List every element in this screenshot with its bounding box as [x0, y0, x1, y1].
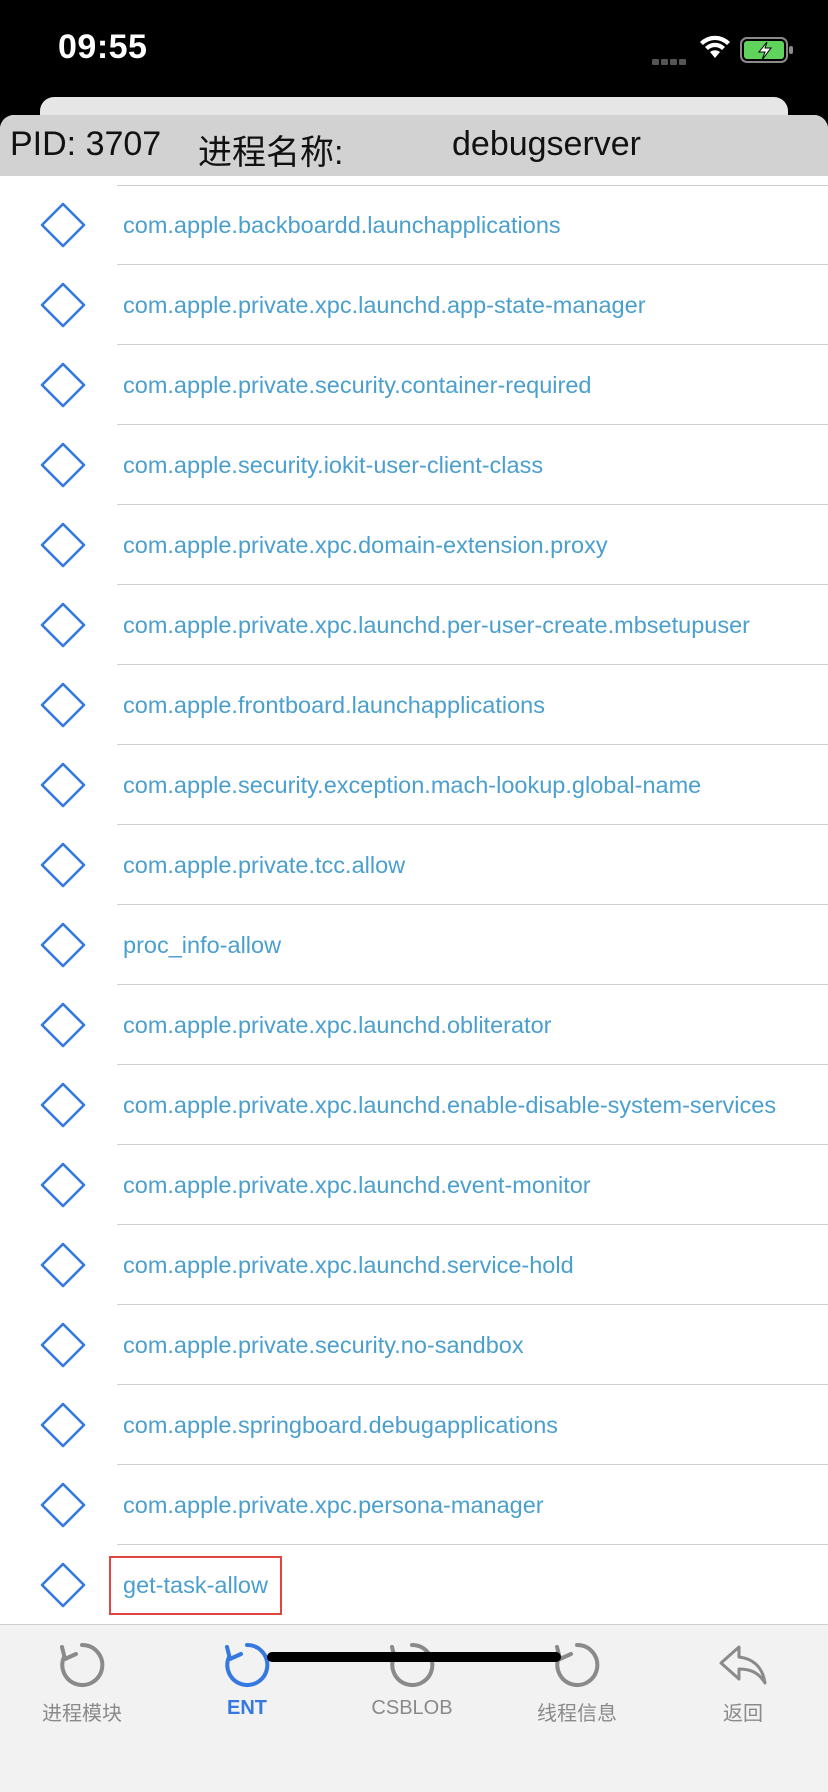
- entitlement-label: com.apple.security.exception.mach-lookup…: [123, 745, 788, 825]
- entitlement-label: get-task-allow: [109, 1545, 788, 1625]
- diamond-icon: [40, 842, 86, 888]
- entitlement-label: com.apple.private.xpc.launchd.app-state-…: [123, 265, 788, 345]
- list-item[interactable]: com.apple.private.xpc.launchd.service-ho…: [0, 1225, 828, 1305]
- entitlement-label: com.apple.springboard.debugapplications: [123, 1385, 788, 1465]
- entitlement-label: com.apple.private.security.container-req…: [123, 345, 788, 425]
- refresh-icon: [187, 1639, 307, 1691]
- tab-process-modules[interactable]: 进程模块: [22, 1639, 142, 1726]
- list-item[interactable]: com.apple.private.xpc.launchd.event-moni…: [0, 1145, 828, 1225]
- diamond-icon: [40, 442, 86, 488]
- list-item[interactable]: com.apple.security.exception.mach-lookup…: [0, 745, 828, 825]
- diamond-icon: [40, 682, 86, 728]
- entitlement-text: com.apple.security.exception.mach-lookup…: [123, 771, 702, 798]
- entitlement-label: com.apple.private.xpc.launchd.per-user-c…: [123, 585, 788, 665]
- entitlement-label: com.apple.private.xpc.launchd.enable-dis…: [123, 1065, 788, 1145]
- entitlement-text: com.apple.private.xpc.domain-extension.p…: [123, 531, 608, 558]
- list-item[interactable]: com.apple.private.xpc.launchd.obliterato…: [0, 985, 828, 1065]
- entitlement-label: com.apple.private.xpc.persona-manager: [123, 1465, 788, 1545]
- entitlement-text: com.apple.springboard.debugapplications: [123, 1411, 559, 1438]
- list-item[interactable]: com.apple.private.xpc.persona-manager: [0, 1465, 828, 1545]
- status-time: 09:55: [58, 28, 148, 66]
- entitlement-label: com.apple.security.iokit-user-client-cla…: [123, 425, 788, 505]
- entitlement-text: com.apple.private.xpc.launchd.service-ho…: [123, 1251, 574, 1278]
- entitlement-text: com.apple.private.xpc.persona-manager: [123, 1491, 544, 1518]
- list-item[interactable]: com.apple.private.security.container-req…: [0, 345, 828, 425]
- process-name-label: 进程名称:: [198, 134, 344, 172]
- tab-label: 线程信息: [537, 1703, 617, 1725]
- entitlement-label: com.apple.private.xpc.launchd.service-ho…: [123, 1225, 788, 1305]
- tab-label: ENT: [227, 1697, 267, 1719]
- entitlement-label: com.apple.frontboard.launchapplications: [123, 665, 788, 745]
- entitlement-label: com.apple.private.tcc.allow: [123, 825, 788, 905]
- entitlement-text: com.apple.security.iokit-user-client-cla…: [123, 451, 544, 478]
- tab-label: 返回: [723, 1703, 763, 1725]
- entitlement-text: com.apple.frontboard.launchapplications: [123, 691, 545, 718]
- pid-label: PID: 3707: [10, 125, 162, 163]
- refresh-icon: [517, 1639, 637, 1691]
- tab-back[interactable]: 返回: [683, 1639, 803, 1726]
- wifi-icon: [698, 34, 732, 65]
- entitlement-text: com.apple.backboardd.launchapplications: [123, 211, 561, 238]
- diamond-icon: [40, 1402, 86, 1448]
- diamond-icon: [40, 522, 86, 568]
- diamond-icon: [40, 1082, 86, 1128]
- refresh-icon: [22, 1639, 142, 1691]
- back-arrow-icon: [683, 1639, 803, 1691]
- tab-bar: 进程模块 ENT CSBLOB 线程信息 返回: [0, 1624, 828, 1792]
- diamond-icon: [40, 922, 86, 968]
- entitlement-text: get-task-allow: [109, 1555, 282, 1615]
- diamond-icon: [40, 1482, 86, 1528]
- entitlement-text: com.apple.private.security.no-sandbox: [123, 1331, 524, 1358]
- list-item[interactable]: get-task-allow: [0, 1545, 828, 1625]
- list-item[interactable]: com.apple.frontboard.launchapplications: [0, 665, 828, 745]
- list-item[interactable]: com.apple.springboard.debugapplications: [0, 1385, 828, 1465]
- process-name: debugserver: [452, 125, 642, 163]
- tab-label: CSBLOB: [371, 1697, 453, 1719]
- cellular-signal-icon: [652, 52, 688, 70]
- entitlement-text: com.apple.private.xpc.launchd.enable-dis…: [123, 1091, 777, 1118]
- entitlement-label: com.apple.private.xpc.launchd.obliterato…: [123, 985, 788, 1065]
- entitlement-list[interactable]: com.apple.backboardd.launchapplications c…: [0, 185, 828, 1625]
- entitlement-label: com.apple.backboardd.launchapplications: [123, 185, 788, 265]
- entitlements-sheet: PID: 3707 进程名称: debugserver com.apple.ba…: [0, 115, 828, 1792]
- diamond-icon: [40, 602, 86, 648]
- diamond-icon: [40, 762, 86, 808]
- diamond-icon: [40, 1562, 86, 1608]
- diamond-icon: [40, 1162, 86, 1208]
- entitlement-text: com.apple.private.xpc.launchd.obliterato…: [123, 1011, 552, 1038]
- home-indicator: [267, 1652, 561, 1662]
- entitlement-text: com.apple.private.xpc.launchd.event-moni…: [123, 1171, 591, 1198]
- list-item[interactable]: com.apple.private.security.no-sandbox: [0, 1305, 828, 1385]
- entitlement-label: com.apple.private.xpc.domain-extension.p…: [123, 505, 788, 585]
- entitlement-label: com.apple.private.security.no-sandbox: [123, 1305, 788, 1385]
- list-item[interactable]: com.apple.private.xpc.domain-extension.p…: [0, 505, 828, 585]
- list-item[interactable]: com.apple.private.xpc.launchd.per-user-c…: [0, 585, 828, 665]
- status-bar: 09:55: [0, 0, 828, 100]
- list-item[interactable]: proc_info-allow: [0, 905, 828, 985]
- entitlement-text: proc_info-allow: [123, 931, 282, 958]
- refresh-icon: [352, 1639, 472, 1691]
- tab-label: 进程模块: [42, 1703, 122, 1725]
- diamond-icon: [40, 1242, 86, 1288]
- list-item[interactable]: com.apple.private.tcc.allow: [0, 825, 828, 905]
- battery-charging-icon: [740, 36, 796, 69]
- diamond-icon: [40, 1322, 86, 1368]
- entitlement-label: com.apple.private.xpc.launchd.event-moni…: [123, 1145, 788, 1225]
- list-item[interactable]: com.apple.private.xpc.launchd.enable-dis…: [0, 1065, 828, 1145]
- entitlement-text: com.apple.private.security.container-req…: [123, 371, 592, 398]
- entitlement-text: com.apple.private.xpc.launchd.per-user-c…: [123, 611, 750, 638]
- entitlement-label: proc_info-allow: [123, 905, 788, 985]
- list-item[interactable]: com.apple.security.iokit-user-client-cla…: [0, 425, 828, 505]
- diamond-icon: [40, 282, 86, 328]
- list-item[interactable]: com.apple.backboardd.launchapplications: [0, 185, 828, 265]
- diamond-icon: [40, 362, 86, 408]
- process-header: PID: 3707 进程名称: debugserver: [0, 115, 828, 176]
- entitlement-text: com.apple.private.tcc.allow: [123, 851, 406, 878]
- diamond-icon: [40, 202, 86, 248]
- list-item[interactable]: com.apple.private.xpc.launchd.app-state-…: [0, 265, 828, 345]
- entitlement-text: com.apple.private.xpc.launchd.app-state-…: [123, 291, 646, 318]
- diamond-icon: [40, 1002, 86, 1048]
